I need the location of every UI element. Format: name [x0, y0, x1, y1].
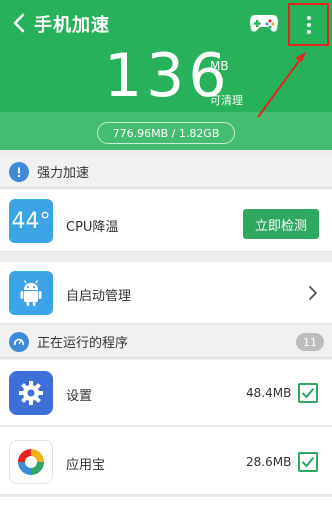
detect-now-button[interactable]: 立即检测: [243, 209, 319, 239]
cpu-cooling-label: CPU降温: [66, 220, 119, 235]
gamepad-icon: [250, 15, 278, 32]
exclamation-circle-icon: [9, 161, 29, 182]
cleanable-unit: MB: [210, 59, 229, 73]
page-title: 手机加速: [34, 15, 110, 36]
app-store-icon: [9, 440, 53, 484]
game-button[interactable]: [248, 8, 280, 38]
checkmark-icon: [301, 456, 315, 468]
running-section-title: 正在运行的程序: [37, 336, 129, 351]
app-checkbox[interactable]: [298, 383, 318, 403]
chevron-left-icon: [13, 13, 25, 33]
app-size: 28.6MB: [246, 455, 292, 469]
thermometer-icon: 44°: [9, 199, 53, 243]
checkmark-icon: [301, 387, 315, 399]
more-menu-button[interactable]: [288, 3, 329, 46]
list-item-partial: [0, 497, 332, 506]
running-section-header: 正在运行的程序 11: [0, 326, 332, 358]
chevron-right-icon: [306, 284, 320, 302]
autostart-label: 自启动管理: [66, 289, 132, 304]
app-name: 应用宝: [66, 458, 106, 473]
back-button[interactable]: [6, 8, 32, 38]
boost-section-title: 强力加速: [37, 166, 90, 181]
app-size: 48.4MB: [246, 386, 292, 400]
boost-section-header: 强力加速: [0, 156, 332, 188]
app-checkbox[interactable]: [298, 452, 318, 472]
android-icon: [9, 271, 53, 315]
app-name: 设置: [66, 389, 93, 404]
cleanable-label: 可清理: [210, 94, 243, 107]
speedometer-icon: [9, 331, 29, 352]
memory-usage: 776.96MB / 1.82GB: [97, 122, 235, 144]
header: 手机加速 136 MB 可清理 776.96MB / 1.82GB: [0, 0, 332, 150]
running-count-badge: 11: [296, 333, 324, 351]
more-vertical-icon: [306, 15, 311, 20]
gear-icon: [9, 371, 53, 415]
